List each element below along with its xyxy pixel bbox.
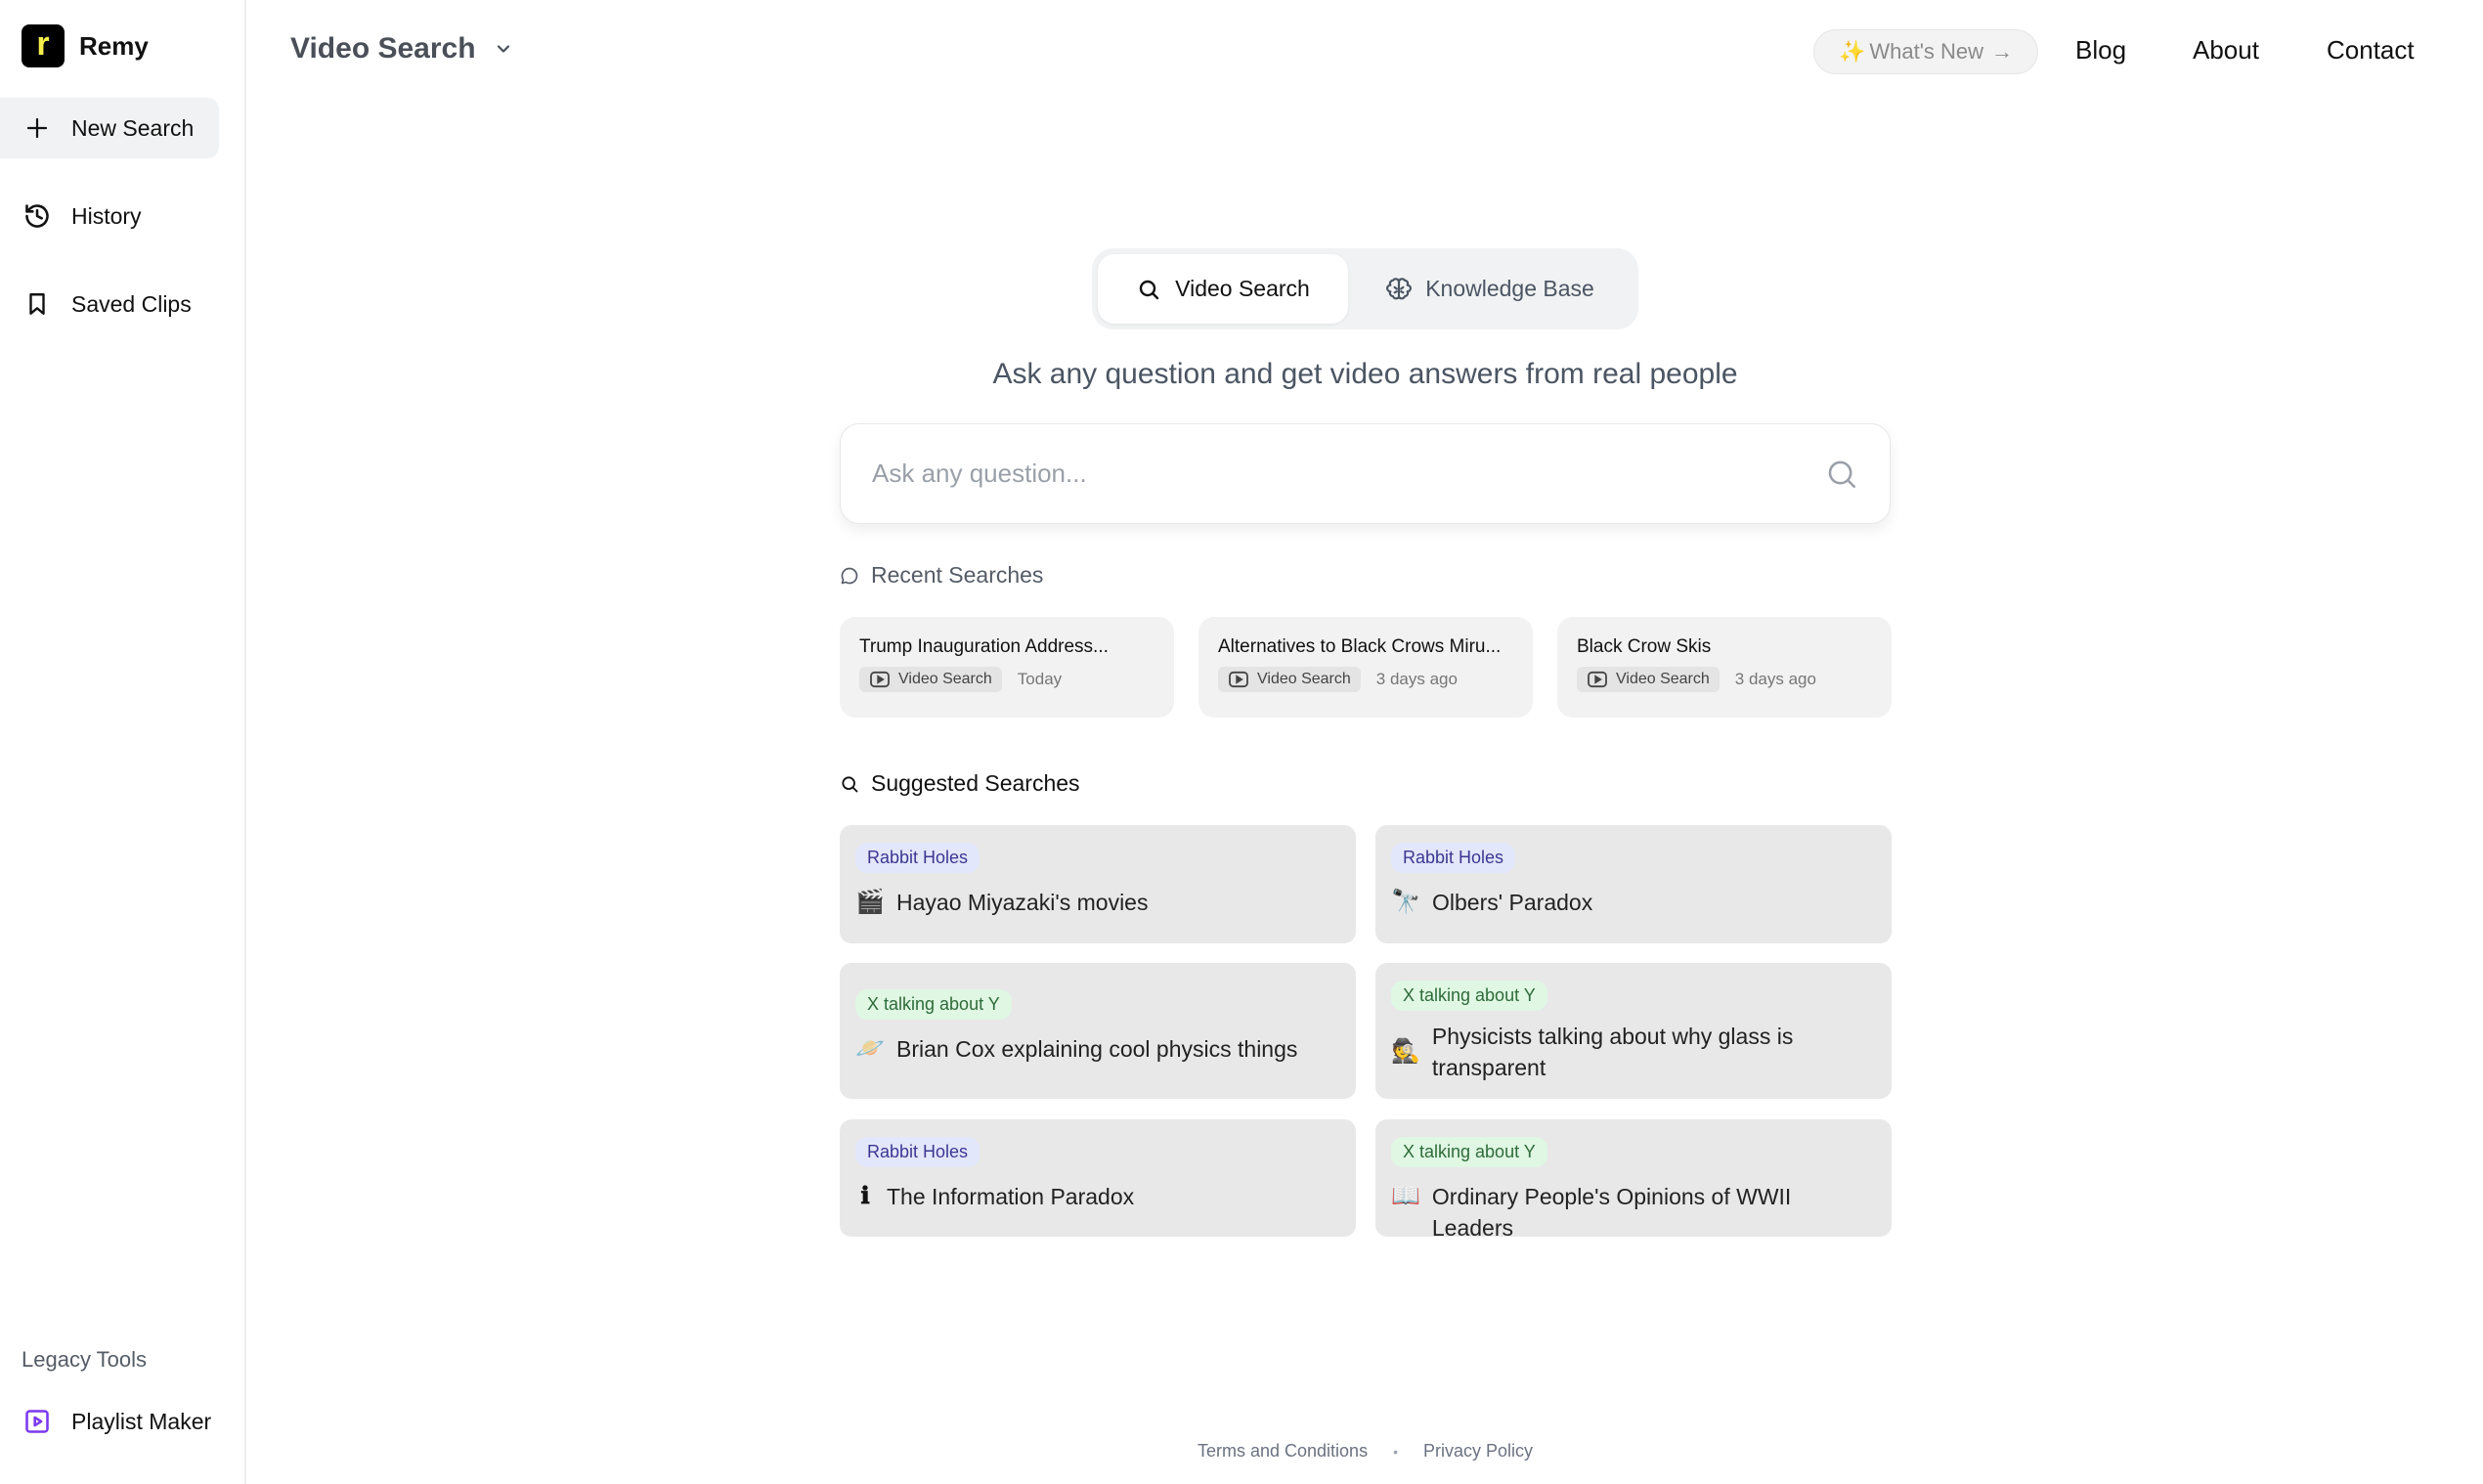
mode-tabs: Video Search Knowledge Base bbox=[1092, 248, 1638, 329]
about-link[interactable]: About bbox=[2193, 35, 2259, 65]
search-type-badge: Video Search bbox=[1218, 667, 1361, 692]
recent-search-time: 3 days ago bbox=[1375, 670, 1458, 688]
tab-video-search[interactable]: Video Search bbox=[1098, 254, 1348, 324]
clapperboard-icon: 🎬 bbox=[855, 889, 885, 915]
suggested-search-card[interactable]: X talking about Y 🪐 Brian Cox explaining… bbox=[840, 963, 1356, 1099]
telescope-icon: 🔭 bbox=[1391, 889, 1420, 915]
recent-searches-heading: Recent Searches bbox=[840, 562, 1043, 589]
plus-icon bbox=[23, 114, 51, 142]
chat-bubble-icon bbox=[840, 566, 859, 586]
suggested-search-text: Ordinary People's Opinions of WWII Leade… bbox=[1431, 1184, 1792, 1241]
video-icon bbox=[1587, 671, 1608, 688]
detective-icon: 🕵️ bbox=[1391, 1038, 1420, 1065]
sidebar-item-new-search[interactable]: New Search bbox=[0, 98, 219, 158]
suggested-search-card[interactable]: Rabbit Holes 🎬 Hayao Miyazaki's movies bbox=[840, 825, 1356, 943]
search-icon bbox=[1136, 277, 1161, 302]
category-tag: Rabbit Holes bbox=[855, 843, 980, 873]
privacy-link[interactable]: Privacy Policy bbox=[1423, 1441, 1533, 1462]
tab-knowledge-base[interactable]: Knowledge Base bbox=[1348, 254, 1633, 324]
sidebar-item-label: Saved Clips bbox=[71, 290, 192, 317]
category-tag: X talking about Y bbox=[1391, 981, 1547, 1011]
suggested-search-card[interactable]: X talking about Y 📖 Ordinary People's Op… bbox=[1375, 1119, 1892, 1241]
legacy-tools-heading: Legacy Tools bbox=[22, 1347, 148, 1372]
tab-label: Video Search bbox=[1175, 276, 1310, 301]
search-box bbox=[840, 423, 1891, 524]
bookmark-icon bbox=[23, 290, 51, 318]
badge-label: Video Search bbox=[898, 671, 992, 687]
suggested-search-text: Hayao Miyazaki's movies bbox=[896, 890, 1149, 915]
sidebar-item-saved-clips[interactable]: Saved Clips bbox=[0, 274, 219, 334]
recent-search-card[interactable]: Black Crow Skis Video Search 3 days ago bbox=[1557, 617, 1892, 718]
blog-link[interactable]: Blog bbox=[2075, 35, 2126, 65]
video-icon bbox=[1228, 671, 1249, 688]
sparkle-icon: ✨ bbox=[1838, 39, 1866, 64]
mode-dropdown[interactable]: Video Search bbox=[290, 32, 513, 65]
arrow-right-icon: → bbox=[1991, 39, 2014, 64]
history-icon bbox=[23, 202, 51, 230]
footer-separator: • bbox=[1393, 1443, 1398, 1460]
brain-icon bbox=[1386, 277, 1413, 302]
whats-new-button[interactable]: ✨ What's New → bbox=[1813, 29, 2038, 74]
recent-search-time: Today bbox=[1017, 670, 1063, 688]
section-label-text: Suggested Searches bbox=[871, 770, 1080, 796]
video-icon bbox=[869, 671, 891, 688]
chevron-down-icon bbox=[497, 45, 509, 53]
brand-name: Remy bbox=[79, 30, 149, 61]
brand[interactable]: r Remy bbox=[22, 24, 149, 67]
suggested-search-card[interactable]: Rabbit Holes 🔭 Olbers' Paradox bbox=[1375, 825, 1892, 943]
suggested-search-text: Olbers' Paradox bbox=[1432, 890, 1593, 915]
play-square-icon bbox=[23, 1408, 51, 1435]
footer: Terms and Conditions • Privacy Policy bbox=[840, 1441, 1891, 1462]
recent-search-title: Alternatives to Black Crows Miru... bbox=[1218, 636, 1502, 657]
sidebar-item-label: New Search bbox=[71, 114, 195, 141]
search-submit-icon[interactable] bbox=[1825, 458, 1858, 491]
sidebar-item-history[interactable]: History bbox=[0, 186, 219, 246]
suggested-search-card[interactable]: X talking about Y 🕵️ Physicists talking … bbox=[1375, 963, 1892, 1099]
info-icon: ℹ bbox=[860, 1183, 870, 1209]
subtitle: Ask any question and get video answers f… bbox=[992, 358, 1738, 390]
badge-label: Video Search bbox=[1616, 671, 1710, 687]
search-type-badge: Video Search bbox=[859, 667, 1002, 692]
logo: r bbox=[22, 24, 65, 67]
recent-search-time: 3 days ago bbox=[1734, 670, 1816, 688]
category-tag: Rabbit Holes bbox=[855, 1137, 980, 1167]
open-book-icon: 📖 bbox=[1391, 1183, 1420, 1209]
sidebar-item-playlist-maker[interactable]: Playlist Maker bbox=[0, 1391, 219, 1452]
recent-search-card[interactable]: Alternatives to Black Crows Miru... Vide… bbox=[1198, 617, 1533, 718]
search-type-badge: Video Search bbox=[1577, 667, 1720, 692]
ringed-planet-icon: 🪐 bbox=[855, 1035, 885, 1062]
badge-label: Video Search bbox=[1257, 671, 1351, 687]
category-tag: Rabbit Holes bbox=[1391, 843, 1516, 873]
tab-label: Knowledge Base bbox=[1425, 276, 1594, 301]
suggested-search-text: The Information Paradox bbox=[887, 1184, 1135, 1209]
suggested-search-card[interactable]: Rabbit Holes ℹ The Information Paradox bbox=[840, 1119, 1356, 1237]
suggested-searches-heading: Suggested Searches bbox=[840, 770, 1080, 797]
suggested-search-text: Brian Cox explaining cool physics things bbox=[896, 1036, 1298, 1062]
recent-search-title: Trump Inauguration Address... bbox=[859, 636, 1109, 657]
suggested-search-text: Physicists talking about why glass is tr… bbox=[1431, 1024, 1794, 1080]
recent-search-title: Black Crow Skis bbox=[1577, 636, 1712, 657]
category-tag: X talking about Y bbox=[1391, 1137, 1547, 1167]
page-title: Video Search bbox=[290, 32, 476, 65]
search-icon bbox=[840, 774, 859, 794]
whats-new-label: What's New bbox=[1869, 39, 1984, 64]
search-input[interactable] bbox=[872, 458, 1825, 489]
terms-link[interactable]: Terms and Conditions bbox=[1198, 1441, 1368, 1462]
recent-search-card[interactable]: Trump Inauguration Address... Video Sear… bbox=[840, 617, 1174, 718]
sidebar-item-label: History bbox=[71, 202, 142, 229]
sidebar-item-label: Playlist Maker bbox=[71, 1408, 212, 1434]
contact-link[interactable]: Contact bbox=[2327, 35, 2415, 65]
category-tag: X talking about Y bbox=[855, 989, 1012, 1020]
sidebar: r Remy New Search History Saved Clips Le… bbox=[0, 0, 246, 1484]
section-label-text: Recent Searches bbox=[871, 562, 1044, 588]
